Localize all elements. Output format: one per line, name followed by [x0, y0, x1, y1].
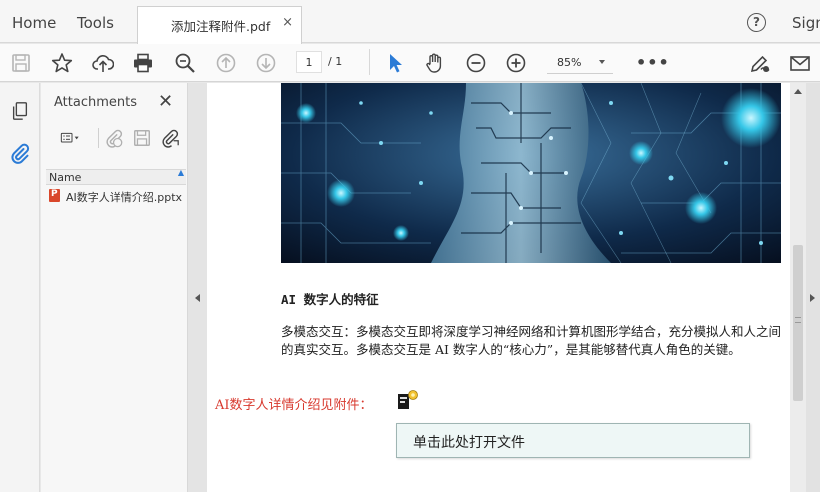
sign-pen-icon[interactable]: [748, 51, 772, 75]
name-column-header[interactable]: Name ▲: [46, 168, 186, 185]
save-attachment-icon[interactable]: [131, 127, 153, 149]
chevron-down-icon: [599, 60, 605, 64]
scroll-up-arrow-icon[interactable]: [794, 89, 802, 94]
page-down-icon[interactable]: [254, 51, 278, 75]
top-menu-bar: Home Tools 添加注释附件.pdf × ? Sign: [0, 0, 820, 44]
help-icon[interactable]: ?: [747, 13, 766, 32]
attachment-file-name: AI数字人详情介绍.pptx: [66, 191, 183, 204]
attachments-paperclip-icon[interactable]: [8, 141, 32, 165]
attachments-panel-title: Attachments: [54, 95, 137, 110]
grip-icon: [795, 317, 801, 323]
document-tab-title: 添加注释附件.pdf: [171, 19, 271, 34]
right-panel-toggle[interactable]: [806, 83, 820, 492]
upload-cloud-icon[interactable]: [91, 51, 115, 75]
add-attachment-icon[interactable]: [103, 127, 125, 149]
print-icon[interactable]: [131, 51, 155, 75]
ai-face-illustration: [281, 83, 781, 263]
tooltip-text: 单击此处打开文件: [413, 435, 525, 451]
toolbar-divider: [369, 49, 370, 75]
attachments-toolbar: [51, 123, 186, 153]
navigation-rail: [0, 83, 40, 492]
scrollbar-thumb[interactable]: [793, 245, 803, 401]
sort-ascending-icon: ▲: [177, 168, 184, 177]
close-tab-icon[interactable]: ×: [282, 15, 293, 30]
page-up-icon[interactable]: [214, 51, 238, 75]
section-paragraph: 多模态交互：多模态交互即将深度学习神经网络和计算机图形学结合，充分模拟人和人之间…: [281, 324, 782, 357]
zoom-search-icon[interactable]: [173, 51, 197, 75]
bookmark-star-icon[interactable]: [50, 51, 74, 75]
attachment-reference-text: AI数字人详情介绍见附件：: [215, 398, 373, 413]
more-tools-icon[interactable]: •••: [636, 53, 670, 72]
open-attachment-icon[interactable]: [159, 127, 181, 149]
zoom-level-dropdown[interactable]: 85%: [547, 52, 613, 74]
section-heading: AI 数字人的特征: [281, 292, 379, 307]
attachment-list-item[interactable]: AI数字人详情介绍.pptx: [46, 187, 186, 204]
name-column-label: Name: [49, 171, 82, 184]
vertical-scrollbar[interactable]: [790, 83, 806, 492]
open-file-tooltip: 单击此处打开文件: [396, 423, 750, 458]
attachments-panel: Attachments ✕ Name ▲ AI数字人详情介绍.pptx: [41, 83, 188, 492]
file-attachment-annotation-icon[interactable]: [397, 390, 419, 410]
home-menu[interactable]: Home: [12, 14, 56, 32]
zoom-out-icon[interactable]: [464, 51, 488, 75]
collapse-panel-arrow-icon[interactable]: [195, 294, 200, 302]
zoom-in-icon[interactable]: [504, 51, 528, 75]
pptx-file-icon: [49, 189, 60, 202]
zoom-level-value: 85%: [557, 56, 582, 69]
save-icon[interactable]: [9, 51, 33, 75]
main-toolbar: 1 / 1 85% •••: [0, 44, 820, 82]
sign-in-link[interactable]: Sign: [792, 14, 820, 32]
toolbar-divider: [98, 128, 99, 148]
document-page: AI 数字人的特征 多模态交互：多模态交互即将深度学习神经网络和计算机图形学结合…: [207, 83, 790, 492]
panel-splitter[interactable]: [188, 83, 207, 492]
close-panel-icon[interactable]: ✕: [158, 91, 173, 112]
page-total-label: / 1: [328, 55, 343, 68]
options-menu-icon[interactable]: [53, 127, 87, 149]
expand-right-panel-arrow-icon[interactable]: [810, 294, 815, 302]
document-tab[interactable]: 添加注释附件.pdf ×: [137, 6, 302, 44]
tools-menu[interactable]: Tools: [77, 14, 114, 32]
page-thumbnails-icon[interactable]: [8, 99, 32, 123]
mail-icon[interactable]: [788, 51, 812, 75]
page-number-input[interactable]: 1: [296, 51, 322, 73]
hand-icon[interactable]: [423, 51, 447, 75]
select-arrow-icon[interactable]: [383, 51, 407, 75]
